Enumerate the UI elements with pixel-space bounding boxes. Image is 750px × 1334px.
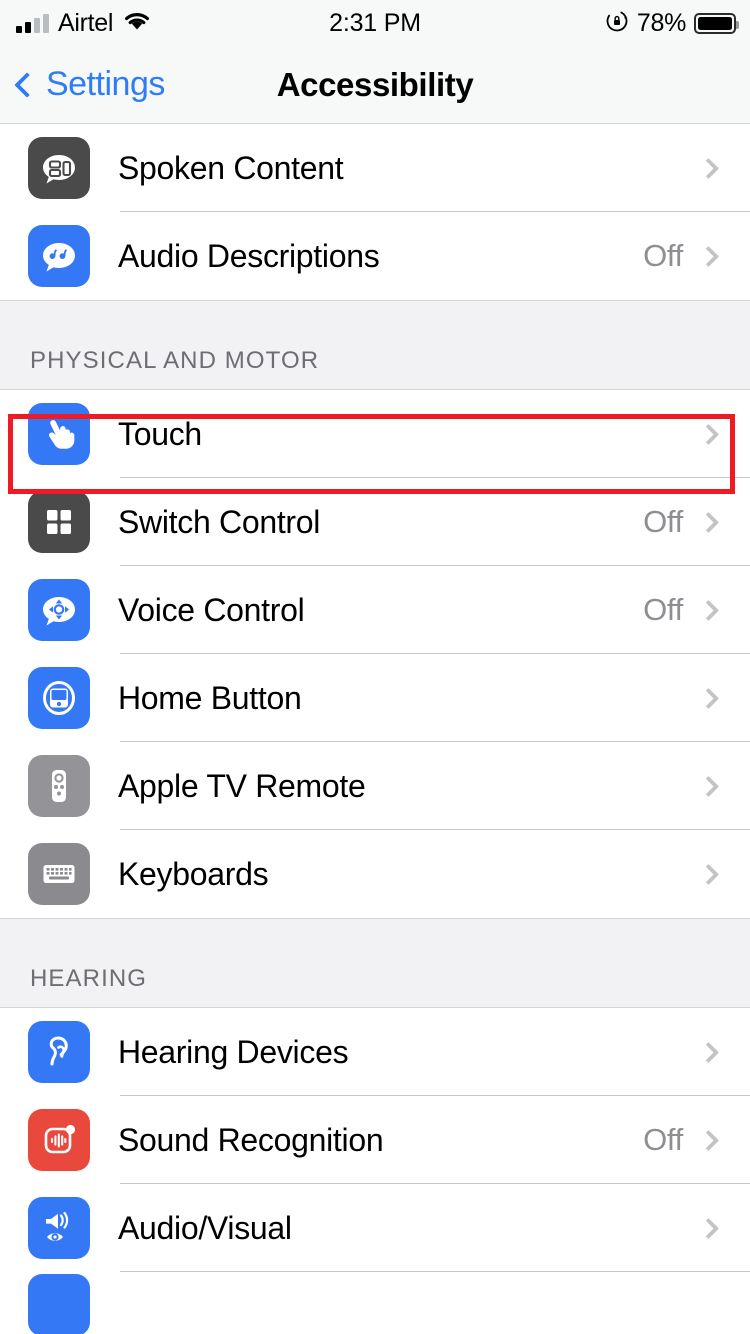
status-bar: Airtel 2:31 PM 78% [0,0,750,46]
chevron-right-icon [697,1217,720,1239]
list-item-value: Off [643,238,683,273]
settings-group: Touch Switch Control Off Voice Control O… [0,390,750,918]
list-item-voice-control[interactable]: Voice Control Off [0,566,750,654]
switch-control-icon [28,491,90,553]
clock-time: 2:31 PM [329,8,421,37]
list-item-spoken-content[interactable]: Spoken Content [0,124,750,212]
chevron-right-icon [697,157,720,179]
list-item-sound-recognition[interactable]: Sound Recognition Off [0,1096,750,1184]
list-item-label: Sound Recognition [118,1121,384,1158]
list-item-label: Home Button [118,679,302,716]
list-item-label: Apple TV Remote [118,767,366,804]
list-item-partial[interactable] [0,1272,750,1334]
list-item-label: Switch Control [118,503,321,540]
list-item-apple-tv-remote[interactable]: Apple TV Remote [0,742,750,830]
section-header-hearing: HEARING [0,918,750,1008]
chevron-right-icon [697,863,720,885]
voice-control-icon [28,579,90,641]
list-item-value: Off [643,592,683,627]
chevron-right-icon [697,245,720,267]
settings-group: Spoken Content Audio Descriptions Off [0,124,750,300]
audio-descriptions-icon [28,225,90,287]
battery-icon [694,12,739,34]
keyboards-icon [28,843,90,905]
list-item-label: Touch [118,415,202,452]
section-header-label: HEARING [30,965,148,992]
list-item-switch-control[interactable]: Switch Control Off [0,478,750,566]
list-item-label: Spoken Content [118,149,344,186]
touch-icon [28,403,90,465]
iphone-screen: Airtel 2:31 PM 78% Settings Accessibilit… [0,0,750,1334]
chevron-right-icon [697,687,720,709]
list-item-keyboards[interactable]: Keyboards [0,830,750,918]
battery-percent: 78% [636,8,686,37]
list-item-label: Hearing Devices [118,1033,349,1070]
hearing-devices-icon [28,1021,90,1083]
audio-visual-icon [28,1197,90,1259]
list-item-value: Off [643,504,683,539]
chevron-right-icon [697,1129,720,1151]
spoken-content-icon [28,137,90,199]
navigation-bar: Settings Accessibility [0,46,750,124]
settings-group: Hearing Devices Sound Recognition Off Au… [0,1008,750,1334]
partial-row-icon [28,1274,90,1334]
list-item-label: Keyboards [118,855,269,892]
section-header-physical-and-motor: PHYSICAL AND MOTOR [0,300,750,390]
list-item-label: Audio Descriptions [118,237,380,274]
list-item-label: Voice Control [118,591,305,628]
list-item-label: Audio/Visual [118,1209,292,1246]
chevron-right-icon [697,599,720,621]
list-item-audio-descriptions[interactable]: Audio Descriptions Off [0,212,750,300]
settings-list: Spoken Content Audio Descriptions Off PH… [0,124,750,1334]
chevron-right-icon [697,775,720,797]
rotation-lock-icon [605,9,629,38]
list-item-hearing-devices[interactable]: Hearing Devices [0,1008,750,1096]
chevron-right-icon [697,1041,720,1063]
apple-tv-remote-icon [28,755,90,817]
status-bar-right: 78% [605,0,739,46]
chevron-right-icon [697,511,720,533]
list-item-touch[interactable]: Touch [0,390,750,478]
page-title: Accessibility [276,65,474,103]
chevron-right-icon [697,423,720,445]
list-item-value: Off [643,1122,683,1157]
section-header-label: PHYSICAL AND MOTOR [30,347,320,374]
sound-recognition-icon [28,1109,90,1171]
list-item-audio-visual[interactable]: Audio/Visual [0,1184,750,1272]
list-item-home-button[interactable]: Home Button [0,654,750,742]
home-button-icon [28,667,90,729]
